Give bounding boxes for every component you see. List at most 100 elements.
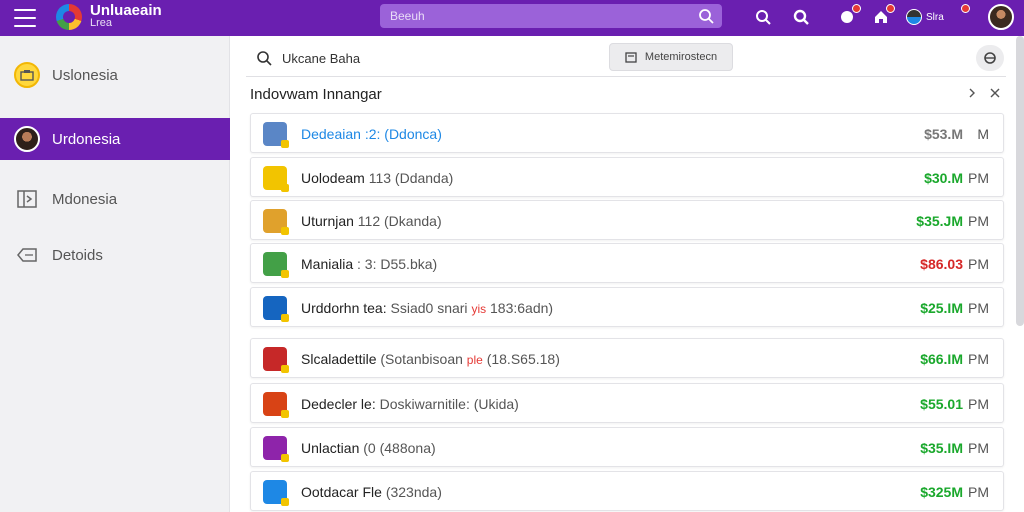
row-name: Slcaladettile (Sotanbisoan ple (18.S65.1…: [301, 351, 560, 367]
row-name-sub: (323nda): [381, 484, 442, 500]
row-name-tail: (18.S65.18): [482, 351, 560, 367]
row-amount: $55.01: [920, 396, 963, 412]
sidebar-item-label: Mdonesia: [52, 190, 118, 208]
row-amount: $35.JM: [916, 213, 963, 229]
row-amount: $30.M: [924, 170, 963, 186]
row-name: Uolodeam 113 (Ddanda): [301, 170, 453, 186]
app-icon: [263, 122, 289, 148]
app-title-line2: Lrea: [90, 17, 113, 29]
row-amount: $325M: [920, 484, 963, 500]
row-name-main: Unlactian: [301, 440, 360, 456]
close-icon[interactable]: [988, 86, 1002, 100]
home-icon[interactable]: [870, 4, 895, 28]
search-bar: [380, 4, 722, 28]
app-icon: [263, 296, 289, 322]
row-period: PM: [968, 484, 989, 500]
app-title-line1: Unluaeain: [90, 2, 162, 19]
app-icon: [263, 209, 289, 235]
row-amount: $53.M: [924, 126, 963, 142]
row-name-main: Slcaladettile: [301, 351, 377, 367]
home-badge: [886, 4, 895, 13]
row-name-main: Dedeaian :2: (Ddonca): [301, 126, 442, 142]
app-logo-icon: [56, 4, 82, 30]
row-name: Unlactian (0 (488ona): [301, 440, 436, 456]
table-row[interactable]: Uturnjan 112 (Dkanda) $35.JM PM: [250, 200, 1004, 240]
table-row[interactable]: Slcaladettile (Sotanbisoan ple (18.S65.1…: [250, 338, 1004, 378]
search-icon[interactable]: [698, 8, 714, 24]
row-period: PM: [968, 256, 989, 272]
table-row[interactable]: Ootdacar Fle (323nda) $325M PM: [250, 471, 1004, 511]
account-chip-label: Slra: [926, 11, 944, 23]
app-icon: [263, 166, 289, 192]
main-panel: Ukcane Baha Metemirostecn Indovwam Innan…: [230, 36, 1024, 512]
row-name: Dedecler le: Doskiwarnitile: (Ukida): [301, 396, 519, 412]
row-period: PM: [968, 300, 989, 316]
sidebar-item-urdonesia[interactable]: Urdonesia: [0, 118, 230, 160]
sidebar-item-detoids[interactable]: Detoids: [0, 234, 230, 276]
app-title: Unluaeain Lrea: [90, 2, 162, 30]
table-row[interactable]: Urddorhn tea: Ssiad0 snari yis 183:6adn)…: [250, 287, 1004, 327]
table-row[interactable]: Manialia : 3: D55.bka) $86.03 PM: [250, 243, 1004, 283]
zoom-icon[interactable]: [790, 6, 812, 28]
collapse-icon[interactable]: [966, 86, 980, 100]
row-name-sub: 112 (Dkanda): [353, 213, 442, 229]
row-period: PM: [968, 351, 989, 367]
row-name-main: Ootdacar Fle: [301, 484, 382, 500]
toolbar: Ukcane Baha Metemirostecn: [246, 38, 1006, 78]
row-period: PM: [968, 440, 989, 456]
row-name-main: Urddorhn tea:: [301, 300, 387, 316]
transaction-list: Indovwam Innangar Dedeaian :2: (Ddonca) $…: [246, 76, 1006, 512]
list-header-controls: [966, 86, 1002, 100]
app-icon: [263, 480, 289, 506]
gear-icon: [984, 52, 996, 64]
toolbar-action-button[interactable]: Metemirostecn: [609, 43, 733, 71]
row-name: Uturnjan 112 (Dkanda): [301, 213, 442, 229]
row-name-tail: 183:6adn): [486, 300, 554, 316]
search-icon[interactable]: [752, 6, 774, 28]
app-icon: [263, 392, 289, 418]
row-name: Ootdacar Fle (323nda): [301, 484, 442, 500]
account-chip[interactable]: Slra: [906, 4, 970, 28]
notification-badge: [852, 4, 861, 13]
search-input[interactable]: [390, 9, 690, 23]
row-name-sub: : 3: D55.bka): [353, 256, 438, 272]
row-name-sub: Ssiad0 snari: [386, 300, 472, 316]
row-amount: $66.IM: [920, 351, 963, 367]
toolbar-search-text: Ukcane Baha: [282, 50, 361, 66]
row-highlight: yis: [471, 302, 487, 316]
table-row[interactable]: Dedecler le: Doskiwarnitile: (Ukida) $55.…: [250, 383, 1004, 423]
document-icon: [625, 51, 637, 63]
row-name-sub: Doskiwarnitile: (Ukida): [375, 396, 519, 412]
row-period: PM: [968, 213, 989, 229]
search-icon: [257, 51, 272, 66]
app-icon: [263, 436, 289, 462]
sidebar-item-label: Urdonesia: [52, 130, 121, 148]
menu-icon[interactable]: [14, 9, 36, 27]
window-icon: [14, 186, 40, 212]
top-bar: Unluaeain Lrea Slra: [0, 0, 1024, 36]
row-highlight: ple: [466, 353, 483, 367]
sidebar-item-uslonesia[interactable]: Uslonesia: [0, 54, 230, 96]
scrollbar[interactable]: [1016, 36, 1024, 326]
tag-icon: [14, 242, 40, 268]
folder-badge-icon: [14, 62, 40, 88]
toolbar-search[interactable]: Ukcane Baha: [256, 46, 456, 70]
row-name-sub: 113 (Ddanda): [364, 170, 454, 186]
list-header: Indovwam Innangar: [246, 77, 1006, 111]
notifications-icon[interactable]: [836, 4, 861, 28]
table-row[interactable]: Dedeaian :2: (Ddonca) $53.M M: [250, 113, 1004, 153]
app-icon: [263, 347, 289, 373]
row-name-sub: (Sotanbisoan: [376, 351, 467, 367]
sidebar: Uslonesia Urdonesia Mdonesia Detoids: [0, 36, 230, 512]
row-name-main: Uolodeam: [301, 170, 365, 186]
avatar-icon: [14, 126, 40, 152]
table-row[interactable]: Unlactian (0 (488ona) $35.IM PM: [250, 427, 1004, 467]
row-amount: $86.03: [920, 256, 963, 272]
row-period: PM: [968, 170, 989, 186]
row-name-sub: (0 (488ona): [359, 440, 436, 456]
user-avatar[interactable]: [988, 4, 1014, 30]
row-name-main: Uturnjan: [301, 213, 354, 229]
table-row[interactable]: Uolodeam 113 (Ddanda) $30.M PM: [250, 157, 1004, 197]
sidebar-item-mdonesia[interactable]: Mdonesia: [0, 178, 230, 220]
settings-round-button[interactable]: [976, 45, 1004, 71]
